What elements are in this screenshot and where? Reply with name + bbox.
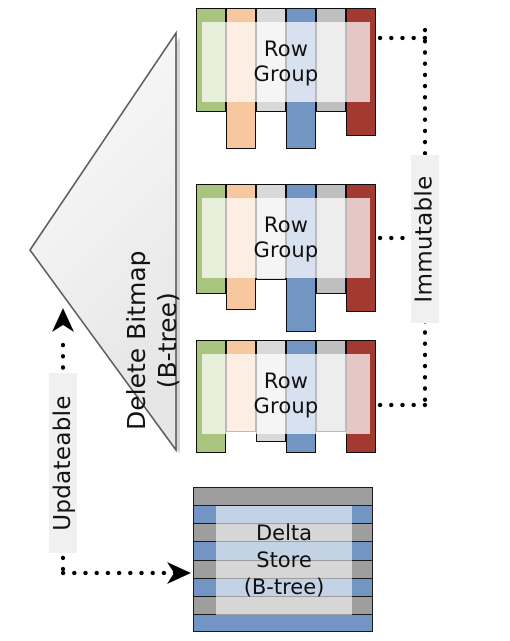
updateable-annotation: Updateable bbox=[49, 373, 77, 553]
delete-bitmap-label-line1: Delete Bitmap bbox=[122, 250, 151, 430]
row-group-3[interactable]: Row Group bbox=[196, 340, 376, 453]
delta-store-stripe-5 bbox=[194, 560, 372, 579]
row-group-2[interactable]: Row Group bbox=[196, 184, 376, 332]
row-group-1[interactable]: Row Group bbox=[196, 8, 376, 149]
updateable-annotation-label: Updateable bbox=[50, 395, 76, 531]
row-group-3-col-blue bbox=[286, 340, 316, 453]
row-group-1-col-red bbox=[346, 8, 376, 136]
immutable-annotation: Immutable bbox=[411, 155, 439, 323]
delta-store-stripe-6 bbox=[194, 578, 372, 597]
delta-store-stripe-1 bbox=[194, 488, 372, 507]
delta-store-stripe-4 bbox=[194, 542, 372, 561]
row-group-1-col-blue bbox=[286, 8, 316, 149]
immutable-annotation-label: Immutable bbox=[412, 175, 438, 303]
delta-store-stripe-2 bbox=[194, 506, 372, 525]
row-group-3-col-green bbox=[196, 340, 226, 453]
diagram-canvas: Delete Bitmap (B-tree) Row Group Row Group R… bbox=[0, 0, 510, 641]
row-group-3-col-gray1 bbox=[256, 340, 286, 442]
delta-store-stripe-7 bbox=[194, 596, 372, 615]
row-group-2-col-blue bbox=[286, 184, 316, 332]
delete-bitmap-label-line2: (B-tree) bbox=[152, 292, 182, 389]
row-group-3-col-gray2 bbox=[316, 340, 346, 432]
row-group-3-col-red bbox=[346, 340, 376, 453]
row-group-1-col-gray1 bbox=[256, 8, 286, 112]
row-group-1-col-green bbox=[196, 8, 226, 112]
row-group-2-col-red bbox=[346, 184, 376, 312]
delete-bitmap-label: Delete Bitmap (B-tree) bbox=[122, 250, 183, 430]
row-group-1-col-gray2 bbox=[316, 8, 346, 112]
row-group-2-col-peach bbox=[226, 184, 256, 310]
row-group-2-col-gray2 bbox=[316, 184, 346, 294]
row-group-2-col-gray1 bbox=[256, 184, 286, 280]
row-group-2-col-green bbox=[196, 184, 226, 294]
delta-store-stripe-3 bbox=[194, 524, 372, 543]
delta-store[interactable]: Delta Store (B-tree) bbox=[193, 487, 373, 632]
row-group-1-col-peach bbox=[226, 8, 256, 149]
row-group-3-col-peach bbox=[226, 340, 256, 432]
delta-store-stripe-8 bbox=[194, 614, 372, 631]
